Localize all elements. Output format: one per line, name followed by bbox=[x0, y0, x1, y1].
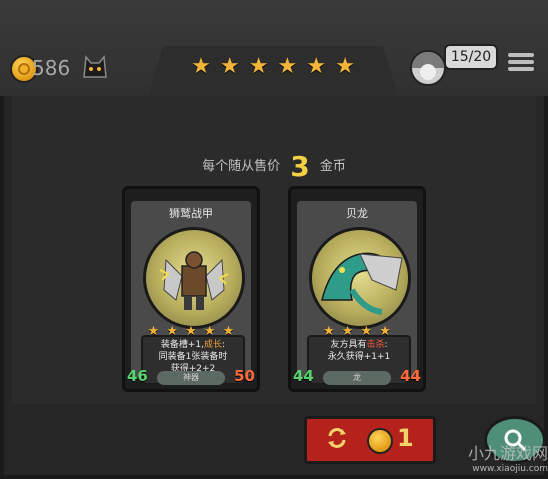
price-value: 3 bbox=[290, 150, 310, 183]
tier-star: ★ bbox=[219, 54, 240, 79]
menu-icon[interactable] bbox=[508, 50, 534, 76]
card-type-tag: 龙 bbox=[323, 371, 391, 385]
coin-count: 586 bbox=[32, 56, 71, 80]
minion-card[interactable]: 狮鹫战甲 ★ ★ ★ ★ ★ 装备槽+1,成长: 同装备1张装备时 获得+2+2… bbox=[122, 186, 260, 392]
tier-star: ★ bbox=[248, 54, 269, 79]
player-avatar[interactable] bbox=[410, 50, 446, 86]
attack-value: 44 bbox=[293, 367, 314, 385]
tier-star: ★ bbox=[277, 54, 298, 79]
tier-star: ★ bbox=[191, 54, 211, 79]
desc-text: 永久获得+1+1 bbox=[327, 352, 391, 362]
refresh-cost: 1 bbox=[397, 424, 414, 452]
refresh-icon bbox=[328, 428, 346, 448]
tier-star: ★ bbox=[306, 54, 327, 79]
card-name: 贝龙 bbox=[346, 207, 368, 220]
price-prefix: 每个随从售价 bbox=[202, 159, 281, 174]
desc-text: : bbox=[222, 340, 226, 350]
tier-star: ★ bbox=[335, 54, 355, 79]
health-value: 50 bbox=[234, 367, 255, 385]
attack-value: 46 bbox=[127, 367, 148, 385]
capacity-badge: 15/20 bbox=[444, 44, 498, 70]
card-body: 贝龙 ★ ★ ★ ★ 友方具有击杀: 永久获得+1+1 bbox=[297, 201, 417, 385]
desc-keyword: 成长 bbox=[204, 340, 223, 350]
card-name: 狮鹫战甲 bbox=[169, 207, 213, 220]
desc-text: 装备槽+1, bbox=[160, 340, 205, 350]
price-suffix: 金币 bbox=[319, 159, 346, 174]
minion-card[interactable]: 贝龙 ★ ★ ★ ★ 友方具有击杀: 永久获得+1+1 44 龙 44 bbox=[288, 186, 426, 392]
shop-board: 每个随从售价 3 金币 狮鹫战甲 ★ ★ ★ ★ ★ 装备槽+1,成长: 同装备… bbox=[12, 96, 536, 404]
card-art bbox=[309, 227, 411, 329]
card-body: 狮鹫战甲 ★ ★ ★ ★ ★ 装备槽+1,成长: 同装备1张装备时 获得+2+2 bbox=[131, 201, 251, 385]
coin-icon bbox=[367, 428, 393, 454]
desc-keyword: 击杀 bbox=[366, 340, 385, 350]
watermark-name: 小九游戏网 bbox=[467, 444, 548, 463]
price-line: 每个随从售价 3 金币 bbox=[12, 150, 536, 183]
tier-stars: ★ ★ ★ ★ ★ ★ bbox=[148, 54, 398, 79]
desc-text: 友方具有 bbox=[330, 340, 367, 350]
desc-text: 同装备1张装备时 bbox=[158, 352, 228, 362]
desc-text: : bbox=[384, 340, 388, 350]
refresh-shop-button[interactable]: 1 bbox=[304, 416, 436, 464]
card-art bbox=[143, 227, 245, 329]
health-value: 44 bbox=[400, 367, 421, 385]
cat-icon[interactable] bbox=[80, 51, 110, 81]
watermark: 小九游戏网 www.xiaojiu.com bbox=[432, 440, 548, 479]
watermark-url: www.xiaojiu.com bbox=[472, 464, 548, 474]
card-type-tag: 神器 bbox=[157, 371, 225, 385]
shop-tier-tab: ★ ★ ★ ★ ★ ★ bbox=[148, 46, 398, 96]
game-frame: 586 ★ ★ ★ ★ ★ ★ 15/20 每个随从售价 3 金币 狮鹫战甲 ★… bbox=[0, 0, 548, 479]
